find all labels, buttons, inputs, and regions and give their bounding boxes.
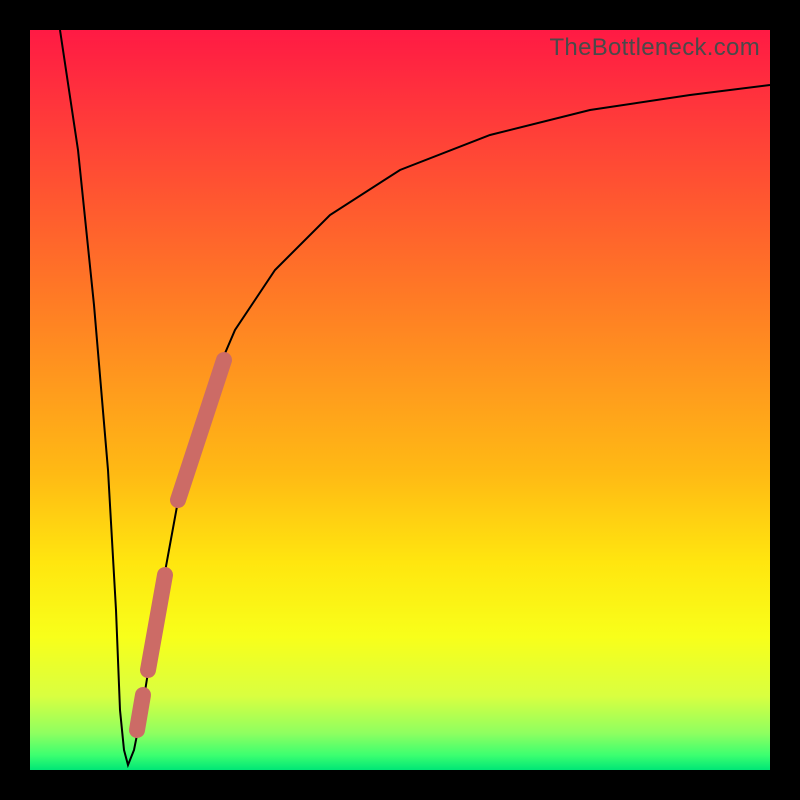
bottleneck-curve bbox=[60, 30, 770, 765]
plot-area: TheBottleneck.com bbox=[30, 30, 770, 770]
highlight-segment-mid bbox=[148, 575, 165, 670]
chart-frame: TheBottleneck.com bbox=[0, 0, 800, 800]
highlight-segment-long bbox=[178, 360, 224, 500]
highlight-segment-dot bbox=[137, 695, 143, 730]
curve-layer bbox=[30, 30, 770, 770]
